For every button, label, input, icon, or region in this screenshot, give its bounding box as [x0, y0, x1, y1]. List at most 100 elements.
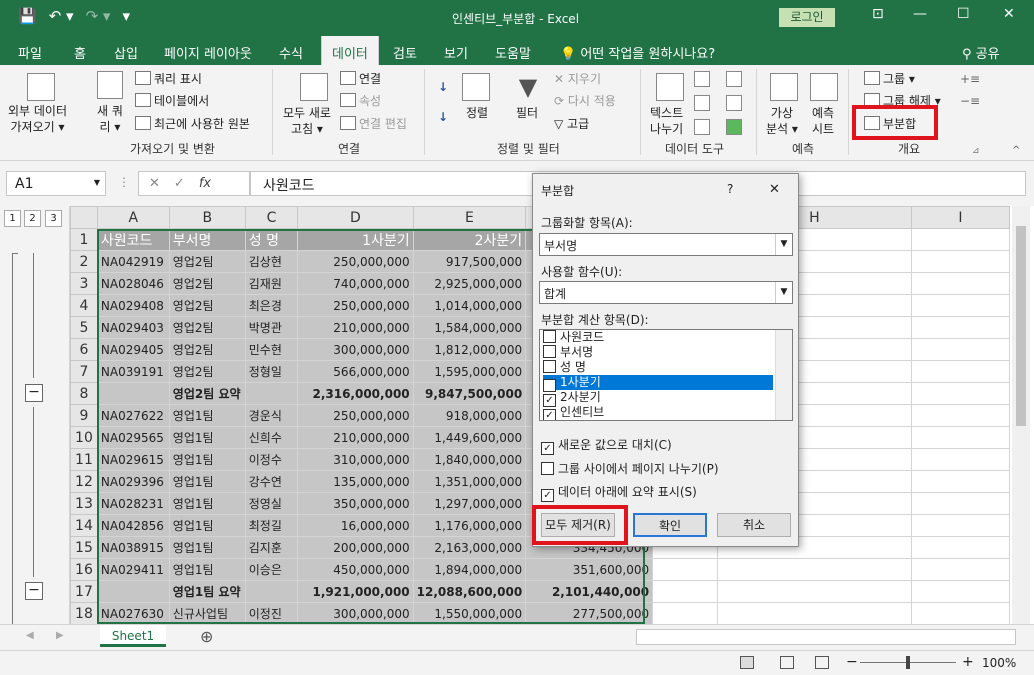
close-icon[interactable]: ✕	[1003, 6, 1015, 22]
row-header[interactable]: 1	[70, 228, 98, 251]
zoom-out-button[interactable]: −	[846, 654, 858, 670]
cell-employee-code[interactable]: NA029615	[96, 448, 170, 471]
what-if-button[interactable]: 가상 분석 ▾	[766, 105, 798, 137]
show-queries-button[interactable]: 쿼리 표시	[135, 71, 202, 87]
new-query-button[interactable]: 새 쿼 리 ▾	[97, 103, 123, 135]
hide-detail-icon[interactable]: −≡	[960, 93, 980, 109]
outline-level-1[interactable]: 1	[4, 210, 21, 227]
table-row[interactable]: 18 NA027630 신규사업팀 이정진 300,000,000 1,550,000,0…	[70, 602, 1010, 624]
cell-employee-code[interactable]: NA028046	[96, 272, 170, 295]
cell-department[interactable]: 영업1팀	[168, 558, 246, 581]
row-header[interactable]: 17	[70, 580, 98, 603]
row-header[interactable]: 7	[70, 360, 98, 383]
cell-department[interactable]: 영업1팀	[168, 470, 246, 493]
properties-button[interactable]: 속성	[340, 93, 381, 109]
help-icon[interactable]: ?	[727, 182, 733, 196]
scroll-thumb[interactable]	[1016, 226, 1026, 426]
cell-q1[interactable]: 450,000,000	[297, 558, 414, 581]
cell-q1[interactable]: 740,000,000	[297, 272, 414, 295]
cell-q2[interactable]: 1,297,000,000	[412, 492, 527, 515]
sort-descending-icon[interactable]: ↓	[438, 109, 448, 125]
cell-q1[interactable]: 310,000,000	[297, 448, 414, 471]
cell-employee-code[interactable]: NA029396	[96, 470, 170, 493]
enter-icon[interactable]: ✓	[174, 176, 199, 191]
tab-help[interactable]: 도움말	[495, 43, 531, 62]
cell-empty[interactable]	[652, 558, 718, 581]
cell-empty[interactable]	[910, 426, 1010, 449]
outline-level-2[interactable]: 2	[24, 210, 41, 227]
forecast-sheet-button[interactable]: 예측 시트	[812, 105, 834, 137]
cell-q1[interactable]: 250,000,000	[297, 294, 414, 317]
share-button[interactable]: ⚲ 공유	[962, 43, 1000, 62]
tab-page-layout[interactable]: 페이지 레이아웃	[164, 43, 252, 62]
column-header[interactable]: A	[96, 206, 170, 229]
collapse-group-button[interactable]: −	[25, 582, 43, 600]
cell-name[interactable]	[244, 580, 299, 603]
vertical-scrollbar[interactable]	[1012, 206, 1030, 624]
name-box[interactable]: A1 ▼	[6, 171, 106, 196]
cell-employee-code[interactable]	[96, 580, 170, 603]
from-table-button[interactable]: 테이블에서	[135, 93, 209, 109]
cell-name[interactable]: 최은경	[244, 294, 299, 317]
checkbox-checked[interactable]: ✓	[543, 409, 556, 420]
sort-ascending-icon[interactable]: ↓	[438, 79, 448, 95]
login-button[interactable]: 로그인	[779, 8, 835, 27]
cell-q2[interactable]: 917,500,000	[412, 250, 527, 273]
cell-q2[interactable]: 9,847,500,000	[412, 382, 527, 405]
cell-department[interactable]: 영업2팀	[168, 316, 246, 339]
cell-name[interactable]: 강수연	[244, 470, 299, 493]
cell-department[interactable]: 영업2팀 요약	[168, 382, 246, 405]
cell-department[interactable]: 부서명	[168, 228, 246, 251]
cell-q1[interactable]: 210,000,000	[297, 426, 414, 449]
function-select[interactable]: 합계 ▼	[539, 281, 793, 304]
cell-q1[interactable]: 566,000,000	[297, 360, 414, 383]
zoom-level[interactable]: 100%	[982, 656, 1016, 670]
cell-q1[interactable]: 250,000,000	[297, 250, 414, 273]
save-icon[interactable]: 💾	[18, 7, 37, 25]
cell-empty[interactable]	[652, 602, 718, 624]
cell-name[interactable]: 김상현	[244, 250, 299, 273]
function-icon[interactable]: fx	[199, 176, 211, 191]
row-header[interactable]: 13	[70, 492, 98, 515]
cell-empty[interactable]	[910, 448, 1010, 471]
connections-button[interactable]: 연결	[340, 71, 381, 87]
cell-employee-code[interactable]: NA028231	[96, 492, 170, 515]
row-header[interactable]: 15	[70, 536, 98, 559]
field-option[interactable]: 사원코드	[543, 330, 773, 345]
tab-review[interactable]: 검토	[393, 43, 417, 62]
cell-incentive[interactable]: 351,600,000	[525, 558, 654, 581]
cell-name[interactable]: 김지훈	[244, 536, 299, 559]
column-header[interactable]: E	[412, 206, 527, 229]
cell-employee-code[interactable]: NA029408	[96, 294, 170, 317]
select-all-corner[interactable]	[70, 206, 98, 229]
cell-q2[interactable]: 1,595,000,000	[412, 360, 527, 383]
page-break-view-icon[interactable]	[815, 656, 829, 669]
cell-q1[interactable]: 135,000,000	[297, 470, 414, 493]
ok-button[interactable]: 확인	[633, 513, 707, 537]
tab-formulas[interactable]: 수식	[279, 43, 303, 62]
cell-employee-code[interactable]: NA042919	[96, 250, 170, 273]
cell-q2[interactable]: 1,351,000,000	[412, 470, 527, 493]
cell-empty[interactable]	[910, 316, 1010, 339]
customize-qat-icon[interactable]: ▾	[122, 7, 130, 25]
cell-empty[interactable]	[910, 514, 1010, 537]
cell-empty[interactable]	[910, 360, 1010, 383]
cell-q2[interactable]: 12,088,600,000	[412, 580, 527, 603]
row-header[interactable]: 6	[70, 338, 98, 361]
text-to-columns-button[interactable]: 텍스트 나누기	[650, 105, 683, 137]
cell-name[interactable]: 정영실	[244, 492, 299, 515]
row-header[interactable]: 14	[70, 514, 98, 537]
cell-q1[interactable]: 200,000,000	[297, 536, 414, 559]
cell-incentive[interactable]: 2,101,440,000	[525, 580, 654, 603]
cell-empty[interactable]	[910, 250, 1010, 273]
normal-view-icon[interactable]	[740, 656, 754, 669]
remove-duplicates-icon[interactable]	[694, 95, 710, 111]
collapse-group-button[interactable]: −	[25, 384, 43, 402]
tab-home[interactable]: 홈	[74, 43, 86, 62]
cell-q2[interactable]: 1,812,000,000	[412, 338, 527, 361]
cell-empty[interactable]	[910, 492, 1010, 515]
cell-employee-code[interactable]: NA038915	[96, 536, 170, 559]
cell-empty[interactable]	[716, 558, 912, 581]
cell-empty[interactable]	[910, 558, 1010, 581]
cell-department[interactable]: 영업2팀	[168, 360, 246, 383]
